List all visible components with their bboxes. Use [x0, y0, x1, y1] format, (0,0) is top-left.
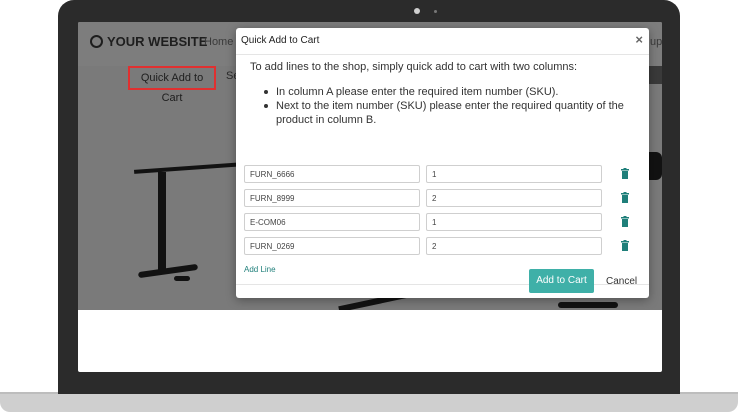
modal-title: Quick Add to Cart — [241, 35, 320, 46]
trash-icon[interactable] — [620, 216, 630, 228]
logo-icon — [90, 35, 103, 48]
instruction-text: Next to the item number (SKU) please ent… — [276, 100, 624, 126]
modal-intro-text: To add lines to the shop, simply quick a… — [250, 61, 578, 73]
sku-input[interactable]: FURN_0269 — [244, 237, 420, 255]
nav-home-link[interactable]: Home — [204, 36, 233, 48]
quantity-input[interactable]: 2 — [426, 237, 602, 255]
add-line-link[interactable]: Add Line — [244, 265, 276, 274]
quantity-input[interactable]: 2 — [426, 189, 602, 207]
logo-text: YOUR WEBSITE — [107, 34, 208, 49]
quick-add-to-cart-link[interactable]: Quick Add to Cart — [128, 66, 216, 104]
instruction-item: In column A please enter the required it… — [264, 85, 639, 99]
trash-icon[interactable] — [620, 168, 630, 180]
sku-input[interactable]: FURN_8999 — [244, 189, 420, 207]
trash-icon[interactable] — [620, 240, 630, 252]
cancel-button[interactable]: Cancel — [606, 276, 637, 287]
input-row: FURN_0269 2 — [244, 237, 644, 255]
nav-right-link[interactable]: up — [650, 36, 662, 48]
instruction-text: In column A please enter the required it… — [276, 86, 559, 98]
bullet-icon — [264, 104, 268, 108]
sensor-icon — [434, 10, 437, 13]
sku-input[interactable]: E-COM06 — [244, 213, 420, 231]
laptop-screen: YOUR WEBSITE Home up Quick Add to Cart S… — [78, 22, 662, 372]
trash-icon[interactable] — [620, 192, 630, 204]
camera-icon — [414, 8, 420, 14]
quick-add-modal: Quick Add to Cart × To add lines to the … — [236, 28, 649, 298]
instruction-item: Next to the item number (SKU) please ent… — [264, 99, 639, 127]
add-to-cart-button[interactable]: Add to Cart — [529, 269, 594, 293]
site-logo[interactable]: YOUR WEBSITE — [90, 34, 207, 49]
close-icon[interactable]: × — [635, 32, 643, 47]
input-row: FURN_6666 1 — [244, 165, 644, 183]
website-background: YOUR WEBSITE Home up Quick Add to Cart S… — [78, 22, 662, 310]
quantity-input[interactable]: 1 — [426, 213, 602, 231]
quantity-input[interactable]: 1 — [426, 165, 602, 183]
modal-header: Quick Add to Cart × — [236, 28, 649, 55]
input-row: E-COM06 1 — [244, 213, 644, 231]
instructions-list: In column A please enter the required it… — [264, 85, 639, 127]
sku-input[interactable]: FURN_6666 — [244, 165, 420, 183]
bullet-icon — [264, 90, 268, 94]
laptop-base — [0, 394, 738, 412]
input-row: FURN_8999 2 — [244, 189, 644, 207]
